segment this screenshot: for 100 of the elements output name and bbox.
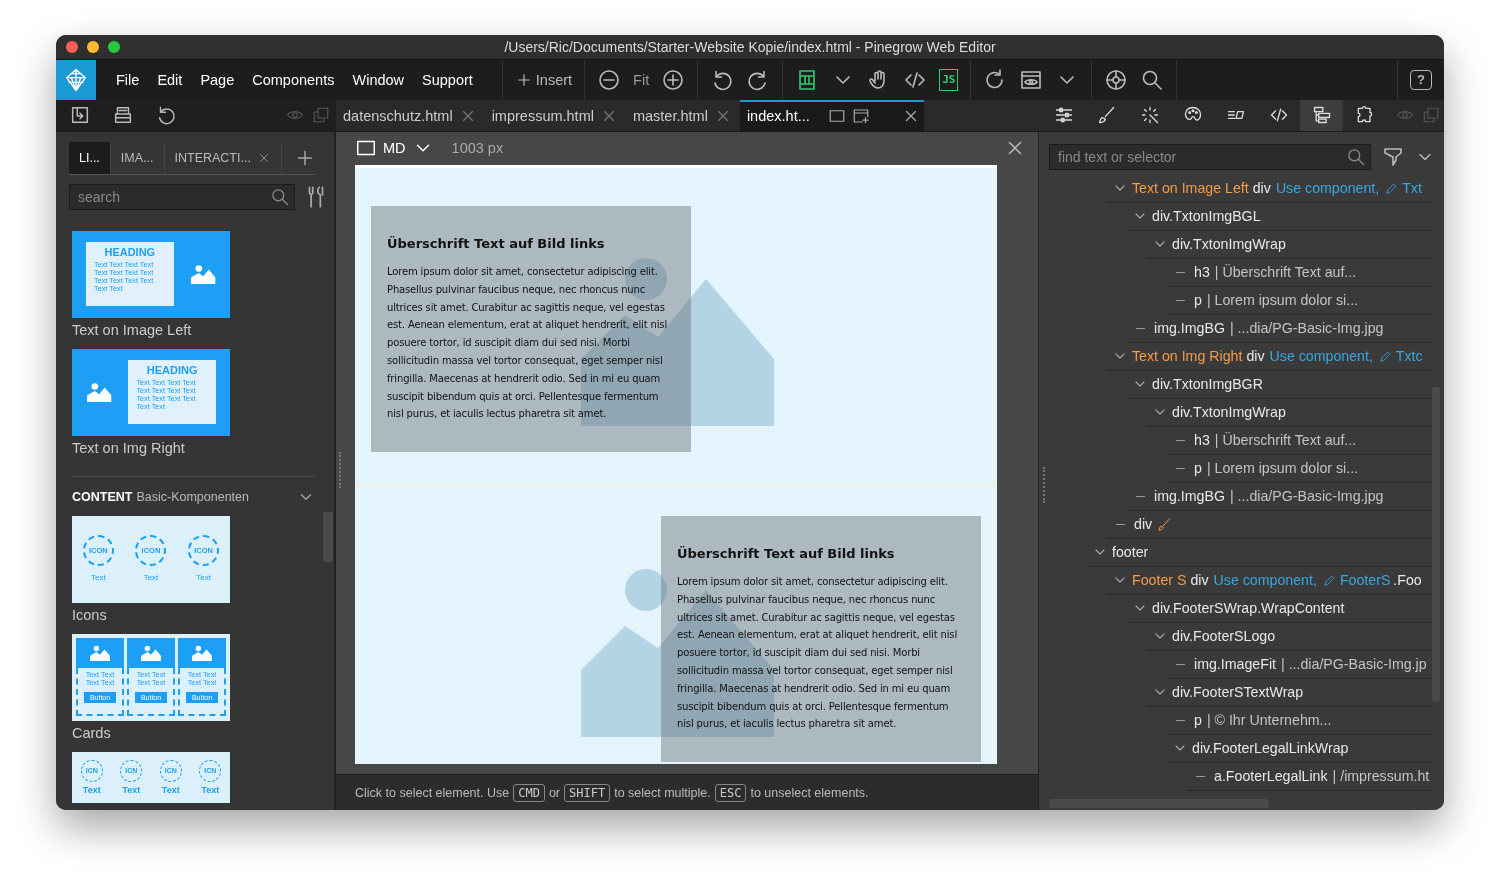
maximize-button[interactable] [108, 40, 120, 53]
dash-icon [1196, 775, 1205, 778]
pencil-icon[interactable] [1385, 181, 1399, 195]
component-link[interactable]: Txt [1402, 180, 1422, 197]
document-tab[interactable]: index.ht... [739, 99, 924, 131]
search-field[interactable]: search [76, 187, 270, 206]
width-label: 1003 px [451, 140, 504, 157]
minimize-button[interactable] [87, 40, 99, 53]
component-name[interactable]: Text on Img Right [72, 439, 334, 456]
magic-wand-icon [1139, 105, 1160, 126]
element-label[interactable]: div [1190, 572, 1209, 589]
library-tab[interactable]: LI... [69, 141, 111, 174]
element-label[interactable]: h3 [1194, 264, 1210, 281]
panel-tab[interactable] [1300, 99, 1343, 131]
section-heading: Überschrift Text auf Bild links [387, 235, 606, 251]
help-button[interactable]: ? [1410, 69, 1432, 90]
brush-icon [1096, 105, 1117, 126]
close-window-button[interactable] [66, 40, 78, 53]
resize-handle[interactable] [1043, 466, 1047, 503]
element-label[interactable]: a.FooterLegalLink [1214, 768, 1328, 785]
section-title: CONTENT [72, 489, 133, 504]
zoom-out-icon[interactable] [597, 67, 622, 92]
breakpoint-label[interactable]: MD [383, 140, 406, 157]
element-label[interactable]: div [1246, 348, 1265, 365]
document-tab[interactable]: datenschutz.html [336, 99, 485, 131]
menu-item[interactable]: Edit [148, 71, 192, 88]
dash-icon [1136, 495, 1145, 498]
element-label[interactable]: div.FooterSLogo [1172, 628, 1276, 645]
element-label[interactable]: div.TxtonImgWrap [1172, 236, 1286, 253]
document-tab[interactable]: master.html [625, 99, 740, 131]
component-link[interactable]: FooterS [1339, 572, 1391, 589]
element-label[interactable]: h3 [1194, 432, 1210, 449]
component-name[interactable]: Icons [72, 606, 334, 623]
section-paragraph: Lorem ipsum dolor sit amet, consectetur adipiscing elit. Phasellus pulvinar faucibus neque, nec rhoncus nunc ultrices sit amet. Curabitur ac sagittis neque, vel egestas est. Aenean elementum, erat at aliquet hendrerit, elit nisl posuere tortor, id suscipit diam dui sed nisi. Morbi sollicitudin massa vel tortor consequat, eget semper nisl fringilla. Maecenas at hendrerit odio. Sed in mi eu quam suscipit bibendum quis at orci. Pellentesque fermentum nisl purus, et iaculis lectus pharetra sit amet. [677, 574, 959, 732]
thumbnail-text: Text [143, 572, 159, 582]
element-label[interactable]: p [1194, 460, 1202, 477]
library-tab[interactable]: IMA... [110, 141, 165, 174]
menu-item[interactable]: Components [243, 71, 344, 88]
menu-item[interactable]: Support [413, 71, 482, 88]
app-logo[interactable] [56, 59, 96, 100]
library-tab[interactable]: INTERACTI... [164, 141, 282, 174]
element-label[interactable]: img.ImgBG [1154, 320, 1225, 337]
search-field[interactable]: find text or selector [1056, 147, 1346, 166]
use-component-link[interactable]: Use component, [1275, 180, 1380, 197]
element-label[interactable]: div [1252, 180, 1271, 197]
key-label: SHIFT [564, 783, 611, 802]
component-link[interactable]: Txtc [1395, 348, 1423, 365]
dash-icon [1176, 439, 1185, 442]
element-label[interactable]: p [1194, 292, 1202, 309]
element-label[interactable]: img.ImgBG [1154, 488, 1225, 505]
add-page-icon[interactable] [851, 107, 870, 126]
dash-icon [1116, 523, 1125, 526]
zoom-fit-button[interactable]: Fit [633, 71, 650, 88]
element-label[interactable]: footer [1112, 544, 1149, 561]
dash-icon [1136, 327, 1145, 330]
status-text: Click to select element. Use [355, 785, 510, 800]
search-field[interactable]: search [69, 183, 295, 210]
js-button[interactable]: JS [939, 68, 959, 91]
zoom-in-icon[interactable] [661, 67, 686, 92]
dash-icon [1176, 467, 1185, 470]
component-name[interactable]: Cards [72, 724, 334, 741]
dash-icon [1176, 299, 1185, 302]
window-title: /Users/Ric/Documents/Starter-Website Kopie/index.html - Pinegrow Web Editor [504, 38, 996, 55]
component-name[interactable]: Text on Image Left [72, 321, 334, 338]
status-text: to select multiple. [614, 785, 711, 800]
element-label[interactable]: p [1194, 712, 1202, 729]
element-detail: | Lorem ipsum dolor si... [1206, 460, 1359, 477]
thumbnail-text: Text [122, 784, 141, 795]
pencil-icon[interactable] [1322, 573, 1336, 587]
element-label[interactable]: div.TxtonImgBGR [1152, 376, 1263, 393]
element-detail: | ...dia/PG-Basic-Img.jpg [1229, 320, 1384, 337]
component-name: Text on Image Left [1132, 180, 1249, 197]
use-component-link[interactable]: Use component, [1213, 572, 1317, 589]
element-label[interactable]: div [1134, 516, 1153, 533]
menu-item[interactable]: File [107, 71, 149, 88]
insert-button[interactable]: Insert [514, 70, 573, 89]
tree-icon [1311, 105, 1332, 126]
element-label[interactable]: div.FooterSTextWrap [1172, 684, 1304, 701]
search-icon [270, 186, 290, 207]
menu-item[interactable]: Page [191, 71, 244, 88]
brush-icon[interactable] [1157, 516, 1173, 532]
target-icon[interactable] [1104, 67, 1129, 92]
element-label[interactable]: div.FooterLegalLinkWrap [1192, 740, 1349, 757]
element-label[interactable]: div.TxtonImgWrap [1172, 404, 1286, 421]
menu-item[interactable]: Window [343, 71, 414, 88]
search-field[interactable]: find text or selector [1049, 143, 1371, 170]
element-label[interactable]: div.FooterSWrap.WrapContent [1152, 600, 1345, 617]
resize-handle[interactable] [339, 451, 343, 488]
search-icon [1346, 146, 1366, 167]
document-tab[interactable]: impressum.html [484, 99, 626, 131]
status-text: to unselect elements. [750, 785, 869, 800]
element-label[interactable]: img.ImageFit [1194, 656, 1276, 673]
section-heading: Überschrift Text auf Bild links [677, 545, 896, 561]
use-component-link[interactable]: Use component, [1269, 348, 1373, 365]
section-paragraph: Lorem ipsum dolor sit amet, consectetur adipiscing elit. Phasellus pulvinar faucibus neque, nec rhoncus nunc ultrices sit amet. Curabitur ac sagittis neque, vel egestas est. Aenean elementum, erat at aliquet hendrerit, elit nisl posuere tortor, id suscipit diam dui sed nisi. Morbi sollicitudin massa vel tortor consequat, eget semper nisl fringilla. Maecenas at hendrerit odio. Sed in mi eu quam suscipit bibendum quis at orci. Pellentesque fermentum nisl purus, et iaculis lectus pharetra sit amet. [387, 264, 669, 422]
pencil-icon[interactable] [1378, 349, 1392, 363]
key-label: CMD [513, 783, 545, 802]
dash-icon [1176, 663, 1185, 666]
thumbnail-text: Text [91, 572, 106, 582]
element-label[interactable]: div.TxtonImgBGL [1152, 208, 1261, 225]
